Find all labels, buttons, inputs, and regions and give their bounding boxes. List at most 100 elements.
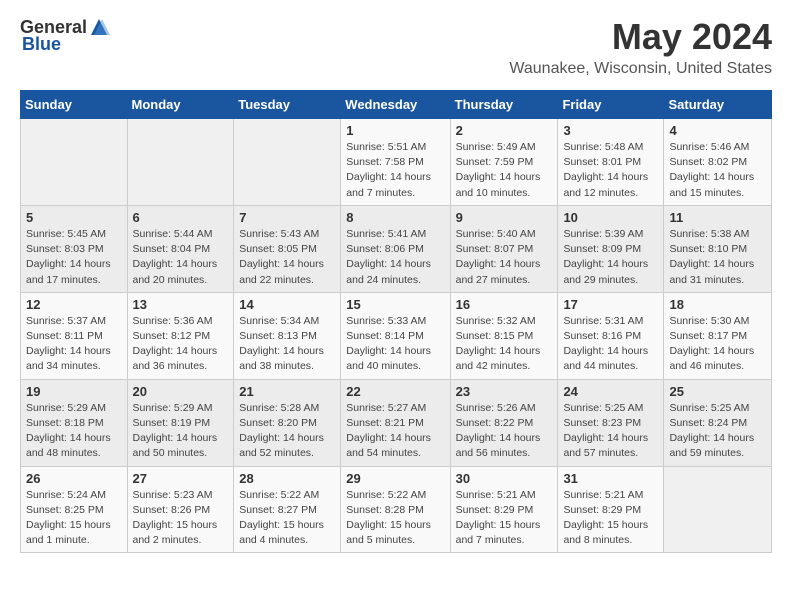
day-number: 5 [26,210,122,225]
day-details: Sunrise: 5:32 AM Sunset: 8:15 PM Dayligh… [456,314,553,375]
day-number: 2 [456,123,553,138]
day-number: 10 [563,210,658,225]
day-details: Sunrise: 5:22 AM Sunset: 8:28 PM Dayligh… [346,488,444,549]
weekday-header-monday: Monday [127,91,234,119]
day-number: 12 [26,297,122,312]
calendar-cell [127,119,234,206]
calendar-cell: 9 Sunrise: 5:40 AM Sunset: 8:07 PM Daylig… [450,205,558,292]
day-number: 28 [239,471,335,486]
weekday-header-tuesday: Tuesday [234,91,341,119]
week-row-5: 26 Sunrise: 5:24 AM Sunset: 8:25 PM Dayli… [21,466,772,553]
calendar-cell [234,119,341,206]
day-details: Sunrise: 5:40 AM Sunset: 8:07 PM Dayligh… [456,227,553,288]
weekday-header-row: SundayMondayTuesdayWednesdayThursdayFrid… [21,91,772,119]
weekday-header-wednesday: Wednesday [341,91,450,119]
calendar-cell: 16 Sunrise: 5:32 AM Sunset: 8:15 PM Dayli… [450,292,558,379]
day-number: 25 [669,384,766,399]
week-row-4: 19 Sunrise: 5:29 AM Sunset: 8:18 PM Dayli… [21,379,772,466]
day-number: 18 [669,297,766,312]
week-row-2: 5 Sunrise: 5:45 AM Sunset: 8:03 PM Daylig… [21,205,772,292]
day-number: 11 [669,210,766,225]
calendar-cell: 19 Sunrise: 5:29 AM Sunset: 8:18 PM Dayli… [21,379,128,466]
day-details: Sunrise: 5:24 AM Sunset: 8:25 PM Dayligh… [26,488,122,549]
day-details: Sunrise: 5:36 AM Sunset: 8:12 PM Dayligh… [133,314,229,375]
day-details: Sunrise: 5:46 AM Sunset: 8:02 PM Dayligh… [669,140,766,201]
day-details: Sunrise: 5:23 AM Sunset: 8:26 PM Dayligh… [133,488,229,549]
calendar-cell [664,466,772,553]
calendar-cell: 27 Sunrise: 5:23 AM Sunset: 8:26 PM Dayli… [127,466,234,553]
day-details: Sunrise: 5:28 AM Sunset: 8:20 PM Dayligh… [239,401,335,462]
day-details: Sunrise: 5:27 AM Sunset: 8:21 PM Dayligh… [346,401,444,462]
calendar-cell: 6 Sunrise: 5:44 AM Sunset: 8:04 PM Daylig… [127,205,234,292]
day-details: Sunrise: 5:39 AM Sunset: 8:09 PM Dayligh… [563,227,658,288]
title-area: May 2024 Waunakee, Wisconsin, United Sta… [509,16,772,78]
day-number: 1 [346,123,444,138]
day-number: 23 [456,384,553,399]
day-details: Sunrise: 5:37 AM Sunset: 8:11 PM Dayligh… [26,314,122,375]
calendar-cell: 13 Sunrise: 5:36 AM Sunset: 8:12 PM Dayli… [127,292,234,379]
day-details: Sunrise: 5:48 AM Sunset: 8:01 PM Dayligh… [563,140,658,201]
day-number: 17 [563,297,658,312]
day-details: Sunrise: 5:25 AM Sunset: 8:24 PM Dayligh… [669,401,766,462]
calendar-cell: 8Sunrise: 5:41 AM Sunset: 8:06 PM Daylig… [341,205,450,292]
calendar-cell: 2 Sunrise: 5:49 AM Sunset: 7:59 PM Daylig… [450,119,558,206]
calendar-cell: 20 Sunrise: 5:29 AM Sunset: 8:19 PM Dayli… [127,379,234,466]
day-number: 20 [133,384,229,399]
day-details: Sunrise: 5:49 AM Sunset: 7:59 PM Dayligh… [456,140,553,201]
week-row-1: 1Sunrise: 5:51 AM Sunset: 7:58 PM Daylig… [21,119,772,206]
calendar-cell: 4 Sunrise: 5:46 AM Sunset: 8:02 PM Daylig… [664,119,772,206]
calendar-cell: 12 Sunrise: 5:37 AM Sunset: 8:11 PM Dayli… [21,292,128,379]
header: General Blue May 2024 Waunakee, Wisconsi… [20,16,772,78]
day-number: 31 [563,471,658,486]
calendar-cell: 25 Sunrise: 5:25 AM Sunset: 8:24 PM Dayli… [664,379,772,466]
calendar-cell: 29 Sunrise: 5:22 AM Sunset: 8:28 PM Dayli… [341,466,450,553]
calendar-cell: 28Sunrise: 5:22 AM Sunset: 8:27 PM Dayli… [234,466,341,553]
calendar-cell: 21 Sunrise: 5:28 AM Sunset: 8:20 PM Dayli… [234,379,341,466]
day-number: 3 [563,123,658,138]
weekday-header-thursday: Thursday [450,91,558,119]
day-number: 9 [456,210,553,225]
day-details: Sunrise: 5:44 AM Sunset: 8:04 PM Dayligh… [133,227,229,288]
weekday-header-saturday: Saturday [664,91,772,119]
day-number: 13 [133,297,229,312]
day-number: 16 [456,297,553,312]
week-row-3: 12 Sunrise: 5:37 AM Sunset: 8:11 PM Dayli… [21,292,772,379]
calendar-cell: 18Sunrise: 5:30 AM Sunset: 8:17 PM Dayli… [664,292,772,379]
calendar-cell: 30Sunrise: 5:21 AM Sunset: 8:29 PM Dayli… [450,466,558,553]
calendar-cell: 31Sunrise: 5:21 AM Sunset: 8:29 PM Dayli… [558,466,664,553]
day-details: Sunrise: 5:29 AM Sunset: 8:19 PM Dayligh… [133,401,229,462]
day-details: Sunrise: 5:21 AM Sunset: 8:29 PM Dayligh… [456,488,553,549]
weekday-header-sunday: Sunday [21,91,128,119]
calendar: SundayMondayTuesdayWednesdayThursdayFrid… [20,90,772,553]
day-number: 27 [133,471,229,486]
logo-icon [88,16,110,38]
day-number: 21 [239,384,335,399]
calendar-cell: 15Sunrise: 5:33 AM Sunset: 8:14 PM Dayli… [341,292,450,379]
calendar-cell: 14 Sunrise: 5:34 AM Sunset: 8:13 PM Dayli… [234,292,341,379]
calendar-cell: 5 Sunrise: 5:45 AM Sunset: 8:03 PM Daylig… [21,205,128,292]
day-details: Sunrise: 5:41 AM Sunset: 8:06 PM Dayligh… [346,227,444,288]
logo: General Blue [20,16,111,55]
calendar-cell: 7Sunrise: 5:43 AM Sunset: 8:05 PM Daylig… [234,205,341,292]
day-details: Sunrise: 5:26 AM Sunset: 8:22 PM Dayligh… [456,401,553,462]
day-number: 22 [346,384,444,399]
day-number: 29 [346,471,444,486]
day-number: 15 [346,297,444,312]
calendar-cell: 11Sunrise: 5:38 AM Sunset: 8:10 PM Dayli… [664,205,772,292]
day-details: Sunrise: 5:29 AM Sunset: 8:18 PM Dayligh… [26,401,122,462]
calendar-cell: 3 Sunrise: 5:48 AM Sunset: 8:01 PM Daylig… [558,119,664,206]
day-details: Sunrise: 5:25 AM Sunset: 8:23 PM Dayligh… [563,401,658,462]
day-number: 7 [239,210,335,225]
month-year: May 2024 [509,16,772,58]
calendar-cell: 17Sunrise: 5:31 AM Sunset: 8:16 PM Dayli… [558,292,664,379]
day-number: 6 [133,210,229,225]
calendar-cell: 26 Sunrise: 5:24 AM Sunset: 8:25 PM Dayli… [21,466,128,553]
calendar-cell: 1Sunrise: 5:51 AM Sunset: 7:58 PM Daylig… [341,119,450,206]
day-number: 19 [26,384,122,399]
day-details: Sunrise: 5:34 AM Sunset: 8:13 PM Dayligh… [239,314,335,375]
day-number: 26 [26,471,122,486]
day-number: 14 [239,297,335,312]
logo-blue-text: Blue [22,34,61,55]
day-number: 4 [669,123,766,138]
day-details: Sunrise: 5:45 AM Sunset: 8:03 PM Dayligh… [26,227,122,288]
